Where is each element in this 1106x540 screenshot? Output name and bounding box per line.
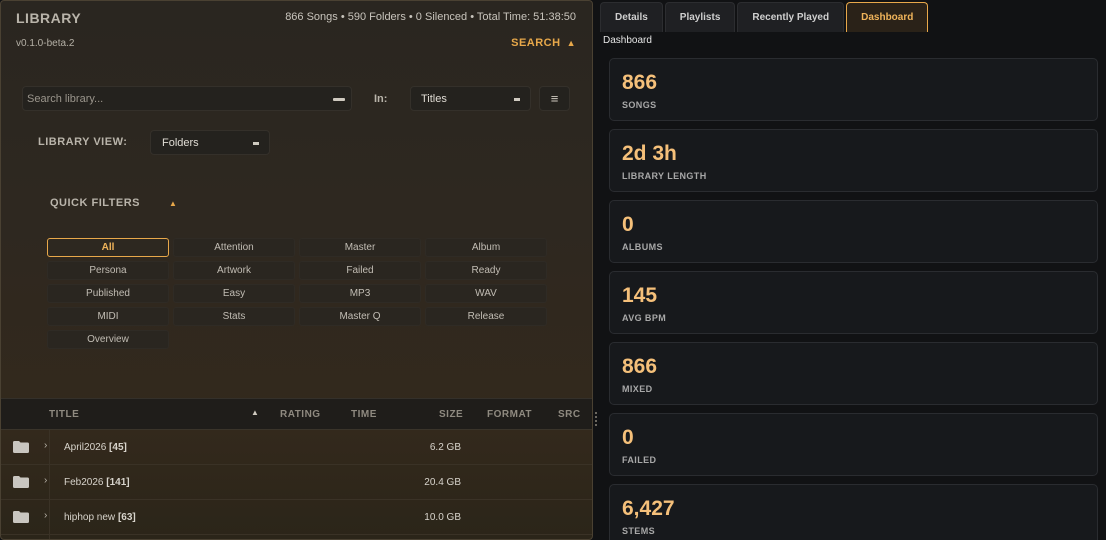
chevron-up-icon: ▲: [566, 38, 576, 48]
folder-icon: [13, 476, 29, 488]
folder-count: [45]: [109, 442, 127, 453]
chevron-right-icon[interactable]: ›: [44, 475, 47, 486]
column-time[interactable]: TIME: [351, 409, 377, 420]
folder-count: [141]: [106, 477, 130, 488]
tab-playlists[interactable]: Playlists: [664, 2, 736, 32]
tab-dashboard[interactable]: Dashboard: [846, 2, 929, 32]
stat-label: AVG BPM: [622, 313, 667, 323]
folder-name: Feb2026: [64, 477, 104, 488]
stat-value: 866: [622, 355, 658, 378]
search-toggle-label: SEARCH: [511, 37, 561, 49]
filter-album[interactable]: Album: [425, 238, 547, 257]
stat-card-library-length: 2d 3h LIBRARY LENGTH: [609, 129, 1098, 192]
row-size: 6.2 GB: [429, 442, 461, 453]
menu-icon[interactable]: ≡: [539, 86, 570, 111]
search-scope-value: Titles: [421, 93, 447, 105]
table-header: TITLE ▲ RATING TIME SIZE FORMAT SRC: [1, 398, 592, 430]
search-input[interactable]: [23, 87, 351, 110]
chevron-right-icon[interactable]: ›: [44, 510, 47, 521]
stat-value: 0: [622, 426, 634, 449]
folder-icon: [13, 511, 29, 523]
column-divider: [49, 430, 50, 539]
search-scope-select[interactable]: Titles: [410, 86, 531, 111]
stat-card-mixed: 866 MIXED: [609, 342, 1098, 405]
filter-midi[interactable]: MIDI: [47, 307, 169, 326]
library-panel: LIBRARY 866 Songs • 590 Folders • 0 Sile…: [0, 0, 593, 540]
stat-label: MIXED: [622, 384, 653, 394]
row-title: Feb2026 [141]: [64, 477, 130, 488]
stat-card-albums: 0 ALBUMS: [609, 200, 1098, 263]
row-title: hiphop new [63]: [64, 512, 136, 523]
filter-stats[interactable]: Stats: [173, 307, 295, 326]
search-toggle-button[interactable]: SEARCH ▲: [511, 37, 576, 49]
table-row[interactable]: › hiphop new [63] 10.0 GB: [1, 500, 592, 535]
folder-name: April2026: [64, 442, 107, 453]
filter-master[interactable]: Master: [299, 238, 421, 257]
stat-label: FAILED: [622, 455, 657, 465]
library-view-select[interactable]: Folders: [150, 130, 270, 155]
filter-persona[interactable]: Persona: [47, 261, 169, 280]
quick-filters-label: QUICK FILTERS: [50, 197, 141, 209]
filter-attention[interactable]: Attention: [173, 238, 295, 257]
filter-failed[interactable]: Failed: [299, 261, 421, 280]
stat-label: ALBUMS: [622, 242, 663, 252]
filter-mp3[interactable]: MP3: [299, 284, 421, 303]
filter-release[interactable]: Release: [425, 307, 547, 326]
stat-label: LIBRARY LENGTH: [622, 171, 707, 181]
stat-value: 0: [622, 213, 634, 236]
version-label: v0.1.0-beta.2: [16, 38, 75, 49]
stat-card-avg-bpm: 145 AVG BPM: [609, 271, 1098, 334]
row-size: 10.0 GB: [424, 512, 461, 523]
stat-label: STEMS: [622, 526, 656, 536]
clear-icon[interactable]: [333, 98, 345, 101]
tab-bar: Details Playlists Recently Played Dashboard: [600, 2, 929, 32]
filter-artwork[interactable]: Artwork: [173, 261, 295, 280]
tab-recently-played[interactable]: Recently Played: [737, 2, 845, 32]
right-panel: Details Playlists Recently Played Dashboard…: [598, 0, 1106, 540]
table-row[interactable]: › April2026 [45] 6.2 GB: [1, 430, 592, 465]
tab-details[interactable]: Details: [600, 2, 663, 32]
library-view-value: Folders: [162, 137, 199, 149]
filter-overview[interactable]: Overview: [47, 330, 169, 349]
quick-filter-grid: All Attention Master Album Persona Artwork Fai…: [47, 238, 547, 349]
search-box: [22, 86, 352, 111]
filter-easy[interactable]: Easy: [173, 284, 295, 303]
dashboard-cards: 866 SONGS 2d 3h LIBRARY LENGTH 0 ALBUMS 145 AVG…: [609, 58, 1098, 540]
column-format[interactable]: FORMAT: [487, 409, 532, 420]
row-title: April2026 [45]: [64, 442, 127, 453]
table-row[interactable]: › Feb2026 [141] 20.4 GB: [1, 465, 592, 500]
stat-card-stems: 6,427 STEMS: [609, 484, 1098, 540]
library-view-label: LIBRARY VIEW:: [38, 136, 128, 148]
column-title[interactable]: TITLE: [49, 409, 79, 420]
chevron-right-icon[interactable]: ›: [44, 440, 47, 451]
filter-published[interactable]: Published: [47, 284, 169, 303]
stat-card-songs: 866 SONGS: [609, 58, 1098, 121]
collapse-arrow-icon[interactable]: ▲: [169, 199, 177, 208]
filter-all[interactable]: All: [47, 238, 169, 257]
column-rating[interactable]: RATING: [280, 409, 321, 420]
select-indicator-icon: [253, 142, 259, 145]
search-scope-label: In:: [374, 93, 388, 105]
stat-value: 866: [622, 71, 658, 94]
filter-wav[interactable]: WAV: [425, 284, 547, 303]
table-body: › April2026 [45] 6.2 GB › Feb2026 [141] 20.4 …: [1, 430, 592, 539]
stat-card-failed: 0 FAILED: [609, 413, 1098, 476]
sort-asc-icon[interactable]: ▲: [251, 408, 259, 417]
stat-value: 145: [622, 284, 658, 307]
select-indicator-icon: [514, 98, 520, 101]
stat-value: 6,427: [622, 497, 675, 520]
filter-ready[interactable]: Ready: [425, 261, 547, 280]
row-size: 20.4 GB: [424, 477, 461, 488]
folder-icon: [13, 441, 29, 453]
stat-value: 2d 3h: [622, 142, 677, 165]
stat-label: SONGS: [622, 100, 657, 110]
library-title: LIBRARY: [16, 10, 82, 26]
folder-name: hiphop new: [64, 512, 116, 523]
filter-master-q[interactable]: Master Q: [299, 307, 421, 326]
folder-count: [63]: [117, 512, 136, 523]
section-label: Dashboard: [603, 35, 652, 46]
library-stats: 866 Songs • 590 Folders • 0 Silenced • T…: [285, 11, 576, 23]
column-size[interactable]: SIZE: [439, 409, 463, 420]
column-src[interactable]: SRC: [558, 409, 581, 420]
